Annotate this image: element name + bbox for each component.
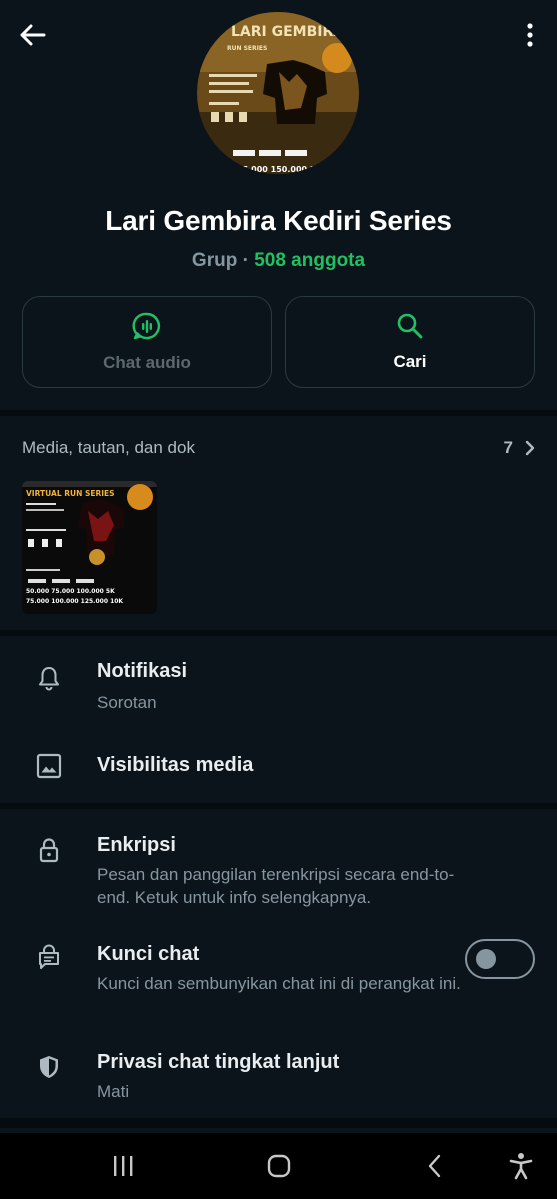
toggle-knob	[476, 949, 496, 969]
group-info-screen: LARI GEMBIRA RUN SERIES 75.000 150.000 5…	[0, 0, 557, 1199]
notifications-value: Sorotan	[97, 693, 157, 712]
shield-icon	[35, 1053, 63, 1081]
media-section-header[interactable]: Media, tautan, dan dok 7	[22, 438, 535, 458]
media-visibility-title: Visibilitas media	[97, 754, 254, 776]
subtitle-separator: ·	[237, 250, 255, 271]
back-nav-button[interactable]	[420, 1150, 450, 1182]
thumbnail-row-1: 50.000 75.000 100.000 5K	[26, 588, 115, 595]
group-subtitle: Grup · 508 anggota	[0, 250, 557, 272]
encryption-title: Enkripsi	[97, 834, 176, 856]
group-members-link[interactable]: 508 anggota	[254, 250, 365, 271]
chat-lock-icon	[35, 943, 63, 971]
more-options-button[interactable]	[517, 18, 543, 52]
chat-lock-toggle[interactable]	[465, 939, 535, 979]
section-divider	[0, 1118, 557, 1128]
group-avatar[interactable]: LARI GEMBIRA RUN SERIES 75.000 150.000 5…	[197, 12, 359, 174]
encryption-row[interactable]: Enkripsi Pesan dan panggilan terenkripsi…	[0, 818, 557, 918]
accessibility-button[interactable]	[506, 1150, 536, 1182]
home-icon	[267, 1154, 291, 1178]
chevron-left-icon	[428, 1154, 441, 1178]
more-vertical-icon	[527, 23, 533, 47]
notifications-title: Notifikasi	[97, 660, 188, 682]
search-label: Cari	[393, 352, 427, 371]
chat-lock-title: Kunci chat	[97, 943, 200, 965]
group-name: Lari Gembira Kediri Series	[105, 205, 452, 236]
search-button[interactable]: Cari	[285, 296, 535, 388]
chat-lock-row[interactable]: Kunci chat Kunci dan sembunyikan chat in…	[0, 925, 557, 1025]
chat-lock-description: Kunci dan sembunyikan chat ini di perang…	[97, 974, 461, 993]
advanced-privacy-value: Mati	[97, 1082, 130, 1101]
avatar-series-text: RUN SERIES	[227, 45, 267, 52]
media-thumbnail-image: VIRTUAL RUN SERIES 50.000 75.000 100.000…	[22, 481, 157, 614]
encryption-description: Pesan dan panggilan terenkripsi secara e…	[97, 865, 455, 907]
chevron-right-icon	[525, 440, 535, 456]
back-button[interactable]	[14, 18, 52, 52]
notifications-row[interactable]: Notifikasi Sorotan	[0, 640, 557, 722]
avatar-price-text: 75.000 150.000 5K	[237, 165, 322, 174]
recent-apps-button[interactable]	[108, 1150, 138, 1182]
media-count: 7	[503, 438, 513, 457]
section-divider	[0, 803, 557, 809]
bell-icon	[35, 664, 63, 692]
recent-apps-icon	[114, 1156, 133, 1176]
accessibility-icon	[509, 1153, 533, 1180]
section-divider	[0, 630, 557, 636]
media-title: Media, tautan, dan dok	[22, 438, 195, 457]
advanced-privacy-title: Privasi chat tingkat lanjut	[97, 1051, 340, 1073]
image-icon	[35, 752, 63, 780]
media-thumbnail[interactable]: VIRTUAL RUN SERIES 50.000 75.000 100.000…	[22, 481, 157, 614]
media-visibility-row[interactable]: Visibilitas media	[0, 735, 557, 797]
lock-icon	[35, 836, 63, 864]
arrow-left-icon	[20, 24, 46, 46]
search-icon	[397, 313, 423, 339]
advanced-privacy-row[interactable]: Privasi chat tingkat lanjut Mati	[0, 1035, 557, 1115]
home-button[interactable]	[262, 1150, 296, 1182]
chat-audio-button[interactable]: Chat audio	[22, 296, 272, 388]
section-divider	[0, 410, 557, 416]
avatar-banner-text: LARI GEMBIRA	[231, 24, 344, 40]
media-count-group: 7	[504, 438, 535, 458]
thumbnail-row-2: 75.000 100.000 125.000 10K	[26, 598, 123, 605]
group-type: Grup	[191, 250, 238, 271]
avatar-image: LARI GEMBIRA RUN SERIES 75.000 150.000 5…	[197, 12, 359, 174]
chat-audio-label: Chat audio	[103, 353, 191, 372]
thumbnail-heading: VIRTUAL RUN SERIES	[26, 489, 115, 498]
audio-chat-icon	[132, 312, 161, 340]
system-navigation-bar	[0, 1133, 557, 1199]
